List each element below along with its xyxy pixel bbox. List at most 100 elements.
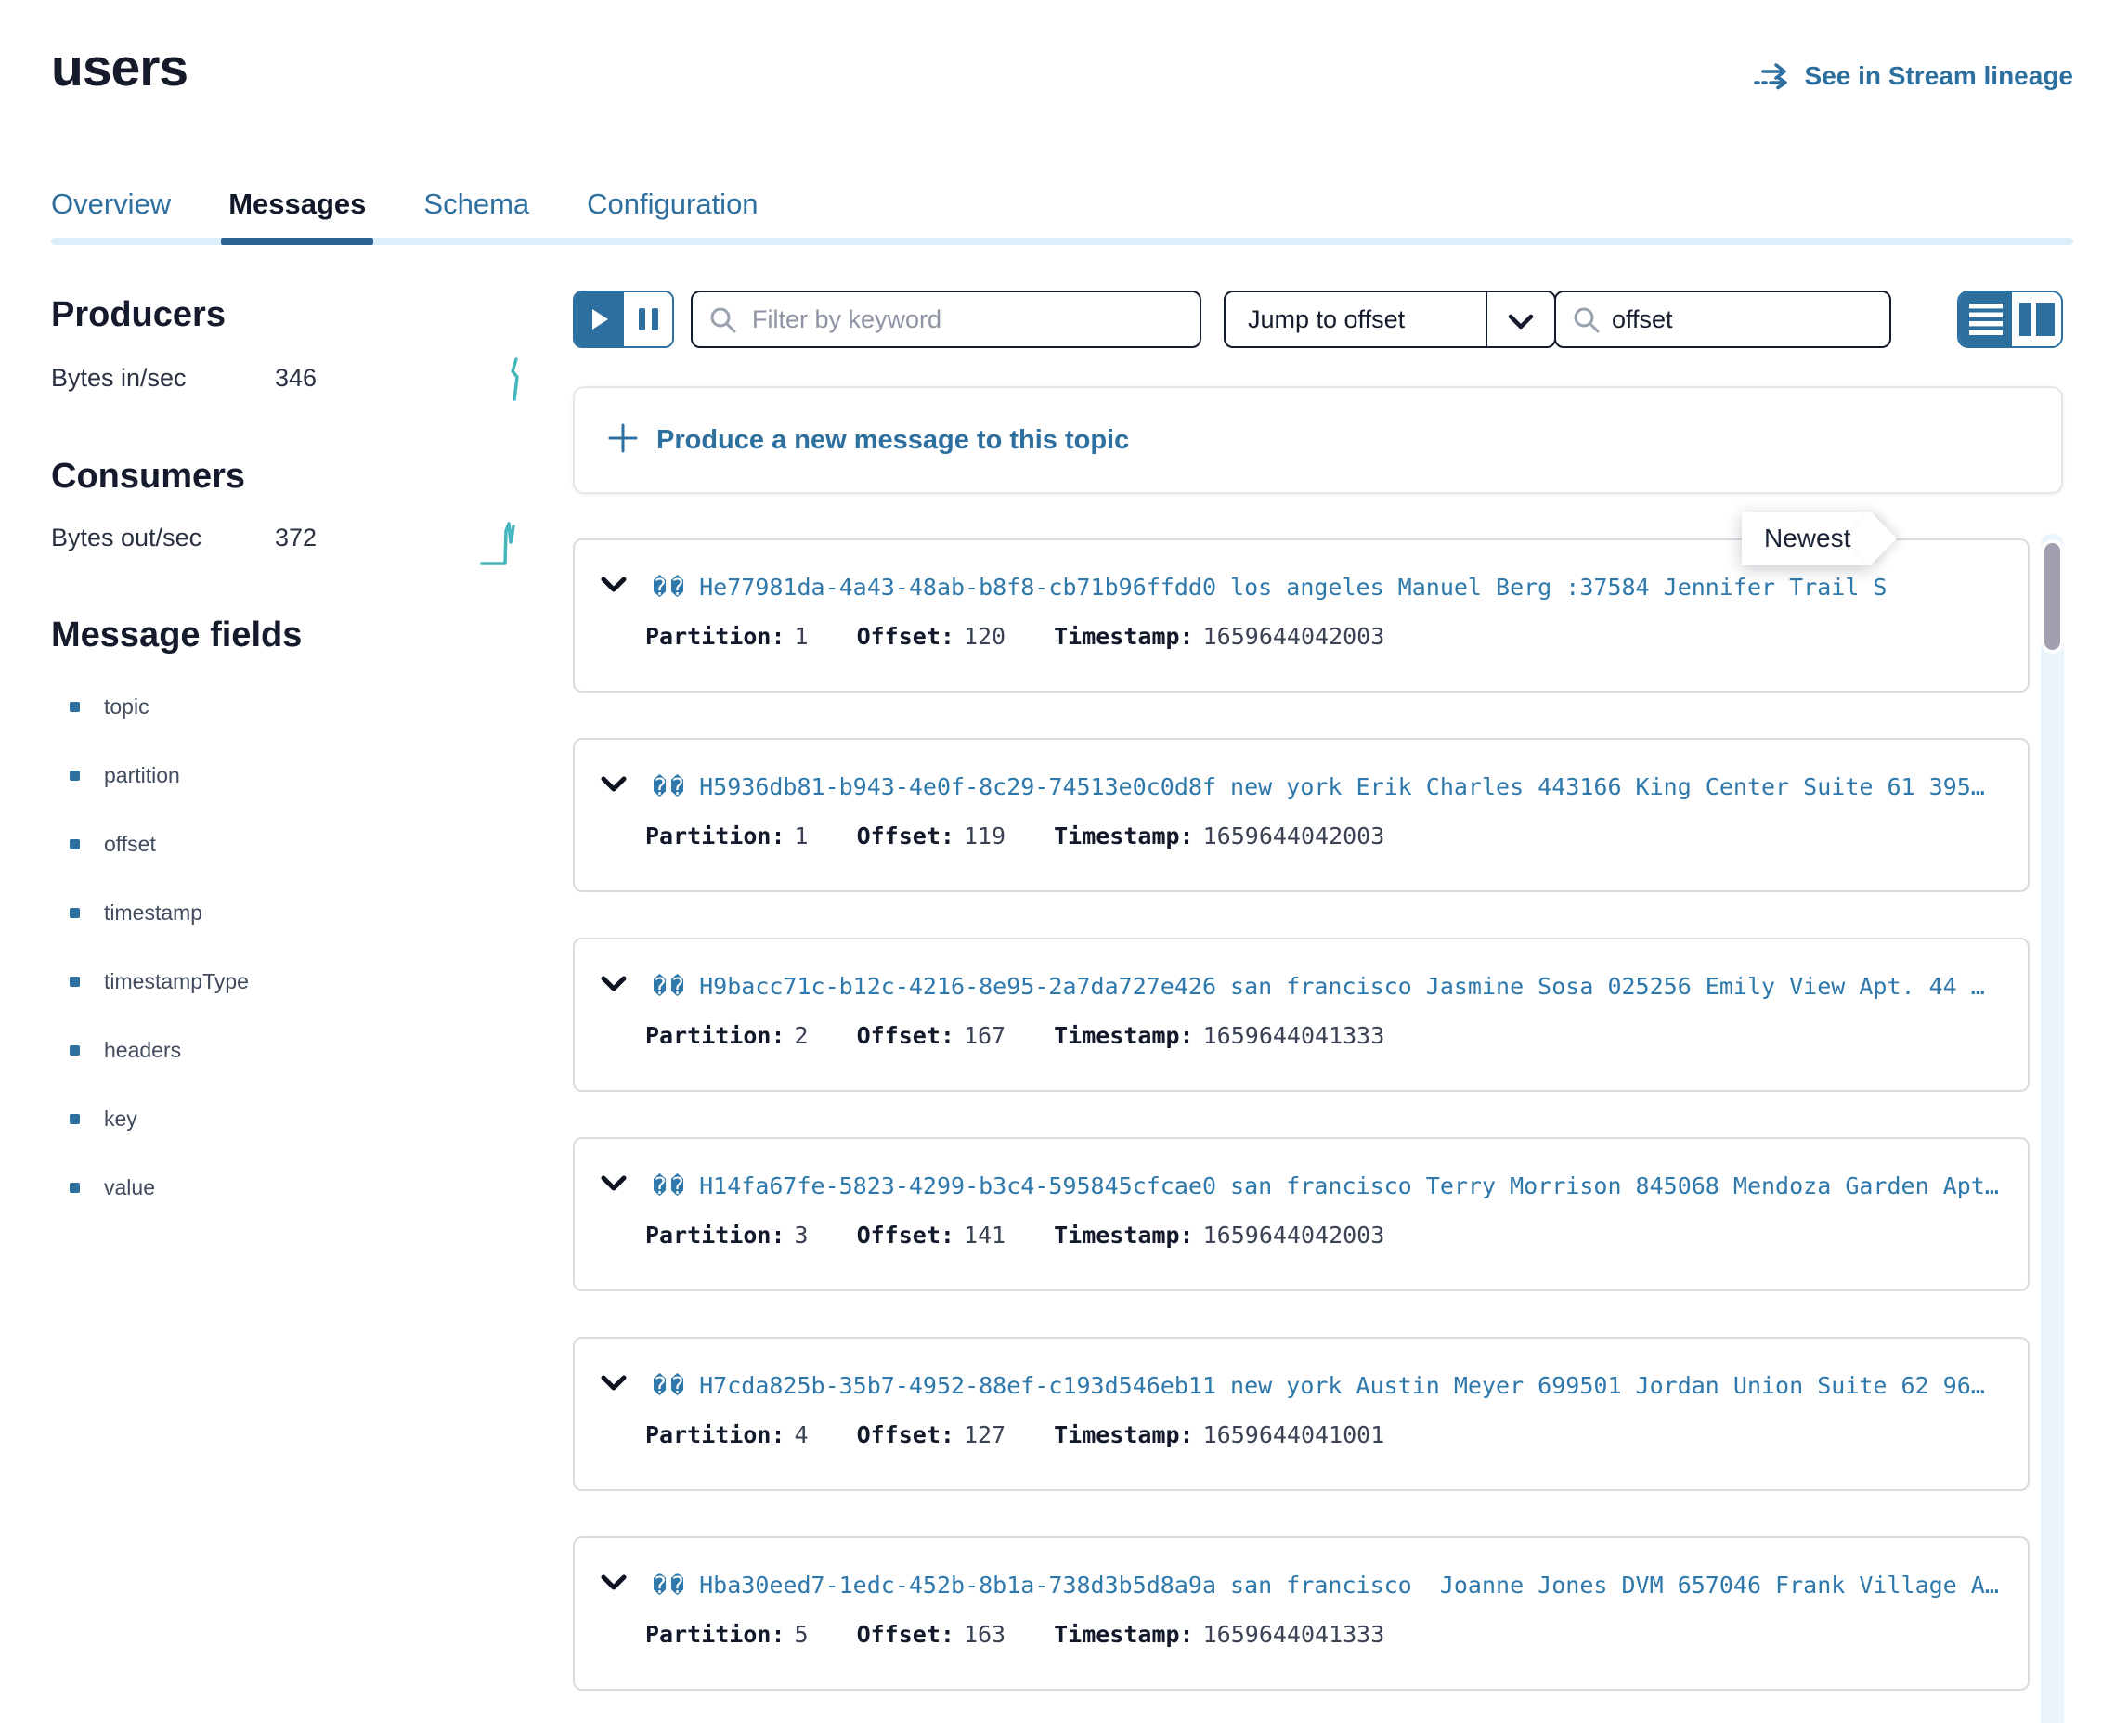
expand-chevron-icon[interactable]	[601, 577, 627, 598]
tab[interactable]: Configuration	[587, 188, 758, 245]
message-row[interactable]: �� H14fa67fe-5823-4299-b3c4-595845cfcae0…	[573, 1137, 2030, 1291]
search-icon	[1573, 306, 1601, 339]
message-row[interactable]: �� Hba30eed7-1edc-452b-8b1a-738d3b5d8a9a…	[573, 1536, 2030, 1691]
message-field-item[interactable]: timestamp	[51, 900, 573, 926]
content: Producers Bytes in/sec 346 Consumers Byt…	[0, 245, 2115, 1736]
message-field-item[interactable]: value	[51, 1175, 573, 1200]
column-view-icon	[2019, 303, 2055, 336]
field-bullet-icon	[70, 839, 80, 849]
message-list-scrollbar-track[interactable]	[2041, 534, 2064, 1723]
message-row[interactable]: �� H7cda825b-35b7-4952-88ef-c193d546eb11…	[573, 1337, 2030, 1491]
bytes-out-value: 372	[275, 524, 317, 552]
message-meta-row: Partition:1 Offset:119 Timestamp:1659644…	[645, 823, 2002, 849]
offset-meta: Offset:163	[857, 1621, 1006, 1648]
unprintable-bytes-glyphs: ��	[653, 574, 688, 601]
expand-chevron-icon[interactable]	[601, 1175, 627, 1197]
field-label: headers	[104, 1038, 181, 1063]
tab[interactable]: Overview	[51, 188, 171, 245]
tab[interactable]: Messages	[228, 188, 366, 245]
page-title: users	[51, 37, 188, 98]
message-row[interactable]: �� H5936db81-b943-4e0f-8c29-74513e0c0d8f…	[573, 738, 2030, 892]
partition-meta: Partition:3	[645, 1222, 809, 1249]
field-label: partition	[104, 763, 180, 788]
message-summary-row: �� Hba30eed7-1edc-452b-8b1a-738d3b5d8a9a…	[601, 1572, 2002, 1599]
field-bullet-icon	[70, 1045, 80, 1056]
field-label: offset	[104, 832, 156, 857]
stream-lineage-link[interactable]: See in Stream lineage	[1753, 61, 2073, 91]
search-icon	[709, 306, 737, 339]
offset-meta: Offset:119	[857, 823, 1006, 849]
field-bullet-icon	[70, 977, 80, 987]
expand-chevron-icon[interactable]	[601, 776, 627, 797]
filter-keyword-input[interactable]	[691, 291, 1201, 348]
field-bullet-icon	[70, 1183, 80, 1193]
message-field-item[interactable]: offset	[51, 832, 573, 857]
column-view-button[interactable]	[2012, 292, 2061, 346]
timestamp-meta: Timestamp:1659644041333	[1054, 1621, 1384, 1648]
unprintable-bytes-glyphs: ��	[653, 1372, 688, 1399]
sidebar: Producers Bytes in/sec 346 Consumers Byt…	[51, 245, 573, 1736]
select-divider	[1486, 292, 1487, 346]
unprintable-bytes-glyphs: ��	[653, 773, 688, 800]
play-button[interactable]	[575, 292, 624, 346]
producers-heading: Producers	[51, 295, 573, 335]
message-field-item[interactable]: topic	[51, 694, 573, 719]
jump-to-offset-select[interactable]: Jump to offset	[1224, 291, 1556, 348]
message-summary-row: �� He77981da-4a43-48ab-b8f8-cb71b96ffdd0…	[601, 574, 2002, 601]
topic-tabs: Overview Messages Schema Configuration	[51, 188, 2073, 245]
message-meta-row: Partition:3 Offset:141 Timestamp:1659644…	[645, 1222, 2002, 1249]
partition-meta: Partition:5	[645, 1621, 809, 1648]
message-row[interactable]: �� H9bacc71c-b12c-4216-8e95-2a7da727e426…	[573, 938, 2030, 1092]
pause-button[interactable]	[624, 292, 672, 346]
bytes-out-label: Bytes out/sec	[51, 524, 275, 552]
field-label: timestampType	[104, 969, 249, 994]
play-pause-group	[573, 291, 674, 348]
message-field-item[interactable]: headers	[51, 1038, 573, 1063]
field-label: timestamp	[104, 900, 202, 926]
offset-search-input[interactable]	[1554, 291, 1891, 348]
timestamp-meta: Timestamp:1659644042003	[1054, 1222, 1384, 1249]
messages-toolbar: Jump to offset	[573, 291, 2063, 348]
message-list-scrollbar-thumb[interactable]	[2044, 543, 2060, 650]
list-view-icon	[1969, 304, 2003, 335]
field-label: topic	[104, 694, 149, 719]
expand-chevron-icon[interactable]	[601, 1375, 627, 1396]
produce-message-button[interactable]: Produce a new message to this topic	[573, 386, 2063, 494]
offset-meta: Offset:141	[857, 1222, 1006, 1249]
field-label: key	[104, 1107, 137, 1132]
partition-meta: Partition:1	[645, 623, 809, 650]
message-summary-text: H7cda825b-35b7-4952-88ef-c193d546eb11 ne…	[699, 1372, 1985, 1399]
expand-chevron-icon[interactable]	[601, 1574, 627, 1596]
list-view-button[interactable]	[1959, 292, 2012, 346]
page-header: users See in Stream lineage	[0, 0, 2115, 98]
message-summary-row: �� H14fa67fe-5823-4299-b3c4-595845cfcae0…	[601, 1172, 2002, 1199]
bytes-in-value: 346	[275, 364, 317, 393]
tab[interactable]: Schema	[423, 188, 529, 245]
message-meta-row: Partition:5 Offset:163 Timestamp:1659644…	[645, 1621, 2002, 1648]
play-icon	[590, 308, 609, 330]
message-field-item[interactable]: partition	[51, 763, 573, 788]
message-fields-heading: Message fields	[51, 615, 573, 655]
message-field-item[interactable]: timestampType	[51, 969, 573, 994]
offset-search-wrap	[1554, 291, 1891, 348]
partition-meta: Partition:4	[645, 1421, 809, 1448]
filter-field-wrap	[691, 291, 1201, 348]
produce-message-label: Produce a new message to this topic	[656, 425, 1129, 456]
producers-metric-row: Bytes in/sec 346	[51, 364, 573, 393]
partition-meta: Partition:2	[645, 1022, 809, 1049]
timestamp-meta: Timestamp:1659644042003	[1054, 623, 1384, 650]
jump-select-value: Jump to offset	[1226, 305, 1405, 334]
message-summary-text: H5936db81-b943-4e0f-8c29-74513e0c0d8f ne…	[699, 773, 1985, 800]
message-summary-text: H9bacc71c-b12c-4216-8e95-2a7da727e426 sa…	[699, 973, 1985, 1000]
message-field-item[interactable]: key	[51, 1107, 573, 1132]
message-list: �� He77981da-4a43-48ab-b8f8-cb71b96ffdd0…	[573, 538, 2030, 1691]
plus-icon	[608, 423, 638, 458]
partition-meta: Partition:1	[645, 823, 809, 849]
offset-meta: Offset:120	[857, 623, 1006, 650]
expand-chevron-icon[interactable]	[601, 976, 627, 997]
message-meta-row: Partition:4 Offset:127 Timestamp:1659644…	[645, 1421, 2002, 1448]
field-bullet-icon	[70, 908, 80, 918]
consumers-metric-row: Bytes out/sec 372	[51, 524, 573, 552]
unprintable-bytes-glyphs: ��	[653, 973, 688, 1000]
field-bullet-icon	[70, 771, 80, 781]
